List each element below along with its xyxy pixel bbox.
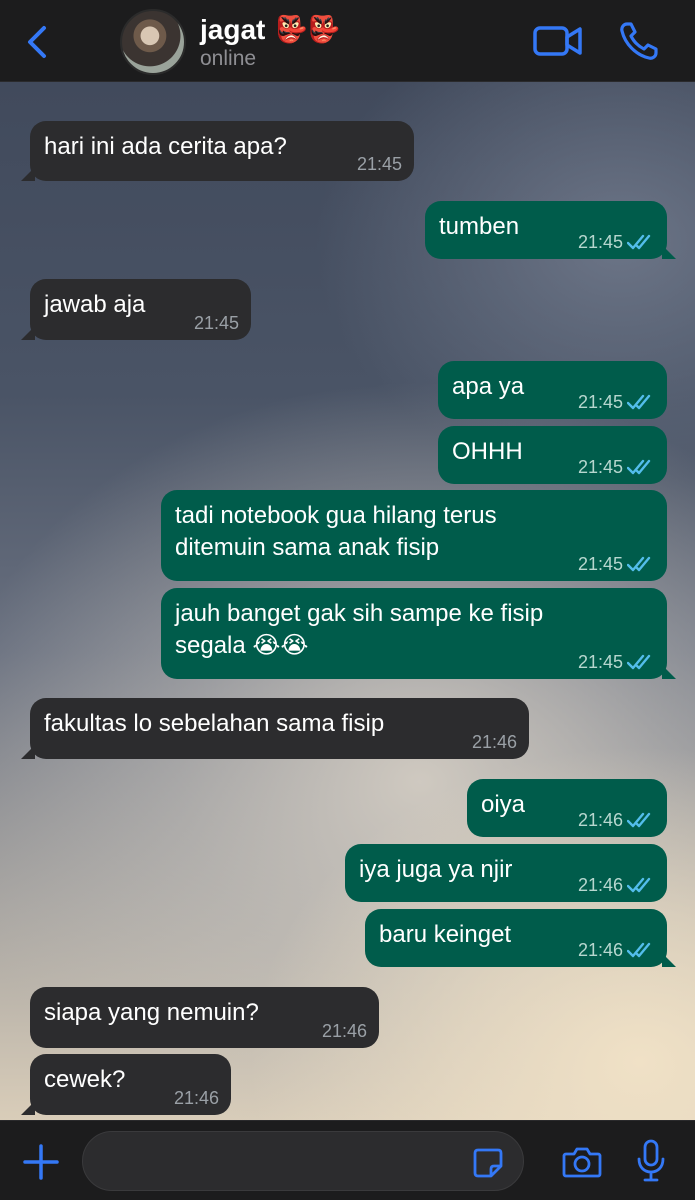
message-text: OHHH (452, 438, 523, 465)
message-time: 21:45 (577, 232, 623, 252)
message-time: 21:45 (577, 652, 623, 672)
message-bubble-incoming[interactable]: cewek? 21:46 (21, 1054, 231, 1115)
message-bubble-outgoing[interactable]: jauh banget gak sih sampe ke fisip segal… (161, 588, 676, 679)
message-bubble-outgoing[interactable]: apa ya 21:45 (438, 361, 667, 419)
message-bubble-incoming[interactable]: siapa yang nemuin? 21:46 (30, 987, 379, 1048)
message-bubble-outgoing[interactable]: oiya 21:46 (467, 779, 667, 837)
message-bubble-outgoing[interactable]: iya juga ya njir 21:46 (345, 844, 667, 902)
video-camera-icon[interactable] (533, 22, 583, 60)
message-text: siapa yang nemuin? (44, 999, 259, 1026)
message-time: 21:45 (356, 154, 402, 174)
message-time: 21:46 (577, 940, 623, 960)
message-meta: 21:46 (578, 939, 655, 961)
message-text: fakultas lo sebelahan sama fisip (44, 710, 385, 737)
double-check-icon (627, 556, 651, 572)
message-meta: 21:46 (578, 874, 655, 896)
message-meta: 21:45 (578, 651, 655, 673)
message-bubble-outgoing[interactable]: tadi notebook gua hilang terus ditemuin … (161, 490, 667, 581)
double-check-icon (627, 394, 651, 410)
contact-status: online (200, 47, 257, 70)
contact-name-row[interactable]: jagat 👺👺 (200, 12, 340, 48)
message-text: iya juga ya njir (359, 856, 513, 883)
double-check-icon (627, 459, 651, 475)
message-text: tumben (439, 213, 520, 240)
message-time: 21:45 (193, 313, 239, 333)
message-time: 21:46 (577, 810, 623, 830)
sticker-icon[interactable] (472, 1147, 504, 1179)
message-time: 21:46 (173, 1088, 219, 1108)
microphone-icon[interactable] (636, 1139, 666, 1183)
message-text: oiya (481, 791, 526, 818)
message-time: 21:46 (577, 875, 623, 895)
message-text: tadi notebook gua hilang terus ditemuin … (175, 502, 497, 561)
message-meta: 21:45 (578, 456, 655, 478)
message-bubble-incoming[interactable]: fakultas lo sebelahan sama fisip 21:46 (21, 698, 529, 759)
message-text: hari ini ada cerita apa? (44, 133, 287, 160)
message-text: jawab aja (44, 291, 146, 318)
plus-icon[interactable] (22, 1143, 60, 1181)
double-check-icon (627, 942, 651, 958)
message-time: 21:46 (321, 1021, 367, 1041)
message-bubble-incoming[interactable]: hari ini ada cerita apa? 21:45 (21, 121, 414, 181)
message-meta: 21:45 (357, 153, 402, 175)
avatar[interactable] (120, 9, 186, 75)
message-bubble-outgoing[interactable]: OHHH 21:45 (438, 426, 667, 484)
contact-name-emoji: 👺👺 (275, 15, 341, 45)
message-text: baru keinget (379, 921, 512, 948)
double-check-icon (627, 877, 651, 893)
message-bubble-outgoing[interactable]: tumben 21:45 (425, 201, 676, 259)
message-bubble-incoming[interactable]: jawab aja 21:45 (21, 279, 251, 340)
message-time: 21:45 (577, 457, 623, 477)
message-text: jauh banget gak sih sampe ke fisip segal… (175, 600, 544, 659)
message-text: apa ya (452, 373, 525, 400)
message-meta: 21:46 (174, 1087, 219, 1109)
message-meta: 21:46 (322, 1020, 367, 1042)
message-meta: 21:46 (578, 809, 655, 831)
contact-name: jagat (200, 14, 266, 45)
chevron-left-icon[interactable] (24, 24, 52, 60)
message-list[interactable]: hari ini ada cerita apa? 21:45 tumben 21… (0, 82, 695, 1120)
message-composer (0, 1120, 695, 1200)
double-check-icon (627, 812, 651, 828)
phone-icon[interactable] (618, 20, 660, 62)
double-check-icon (627, 654, 651, 670)
message-meta: 21:45 (578, 231, 655, 253)
chat-header: jagat 👺👺 online (0, 0, 695, 82)
camera-icon[interactable] (562, 1145, 602, 1179)
message-meta: 21:45 (578, 553, 655, 575)
message-meta: 21:46 (472, 731, 517, 753)
message-time: 21:45 (577, 392, 623, 412)
message-meta: 21:45 (194, 312, 239, 334)
message-text: cewek? (44, 1066, 126, 1093)
double-check-icon (627, 234, 651, 250)
message-meta: 21:45 (578, 391, 655, 413)
message-input[interactable] (82, 1131, 524, 1191)
message-time: 21:45 (577, 554, 623, 574)
message-bubble-outgoing[interactable]: baru keinget 21:46 (365, 909, 676, 967)
message-time: 21:46 (471, 732, 517, 752)
